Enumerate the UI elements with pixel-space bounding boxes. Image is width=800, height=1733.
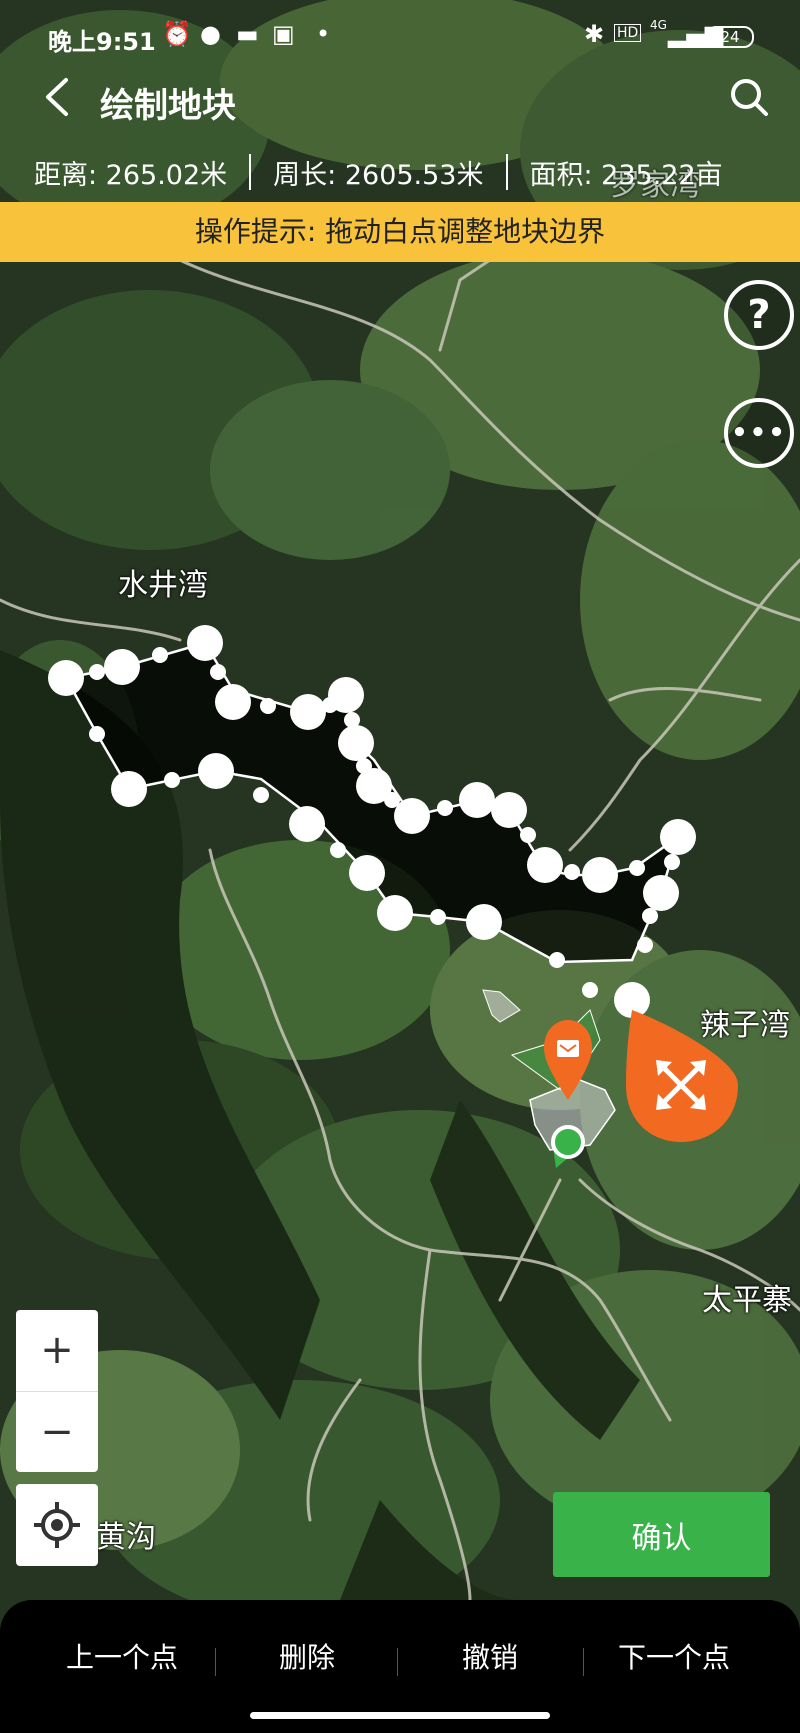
plot-vertex-handle[interactable] [187, 625, 223, 661]
plot-vertex-handle[interactable] [527, 847, 563, 883]
operation-tip: 操作提示: 拖动白点调整地块边界 [0, 202, 800, 262]
plot-vertex-handle[interactable] [338, 725, 374, 761]
back-arrow-icon[interactable] [34, 72, 84, 122]
bluetooth-icon: ✱ [584, 20, 605, 48]
plot-vertex-handle[interactable] [643, 875, 679, 911]
plot-midpoint-handle[interactable] [260, 698, 276, 714]
divider [583, 1648, 584, 1676]
plot-midpoint-handle[interactable] [564, 864, 580, 880]
zoom-in-button[interactable]: + [16, 1310, 98, 1390]
metrics-row: 距离: 265.02米 周长: 2605.53米 面积: 235.22亩 [0, 150, 800, 194]
plot-midpoint-handle[interactable] [164, 772, 180, 788]
plot-midpoint-handle[interactable] [253, 787, 269, 803]
plot-midpoint-handle[interactable] [437, 800, 453, 816]
search-icon[interactable] [726, 74, 772, 120]
area-value: 面积: 235.22亩 [529, 159, 723, 191]
plot-vertex-handle[interactable] [290, 694, 326, 730]
plot-vertex-handle[interactable] [349, 855, 385, 891]
status-bar: 晚上9:51 ⏰ ● ▬ ▣ • ✱ HD 4G ▂▄▆ 24 [0, 0, 800, 70]
plot-midpoint-handle[interactable] [430, 909, 446, 925]
undo-button[interactable]: 撤销 [462, 1636, 518, 1676]
current-location-dot [551, 1125, 585, 1159]
plot-midpoint-handle[interactable] [152, 647, 168, 663]
plot-midpoint-handle[interactable] [210, 664, 226, 680]
help-icon[interactable]: ? [724, 280, 794, 350]
home-indicator [250, 1712, 550, 1719]
plot-midpoint-handle[interactable] [582, 982, 598, 998]
plot-vertex-handle[interactable] [582, 857, 618, 893]
plot-vertex-handle[interactable] [466, 904, 502, 940]
plot-midpoint-handle[interactable] [642, 908, 658, 924]
plot-midpoint-handle[interactable] [637, 937, 653, 953]
locate-button[interactable] [16, 1484, 98, 1566]
divider [215, 1648, 216, 1676]
place-label: 黄沟 [96, 1520, 156, 1555]
alarm-icon: ⏰ [162, 20, 192, 48]
plot-vertex-handle[interactable] [104, 649, 140, 685]
next-point-button[interactable]: 下一个点 [618, 1636, 730, 1676]
zoom-controls: + − [16, 1310, 98, 1472]
plot-vertex-handle[interactable] [377, 895, 413, 931]
plot-vertex-handle[interactable] [660, 819, 696, 855]
plot-vertex-handle[interactable] [198, 753, 234, 789]
divider [249, 154, 252, 190]
dot-icon: • [316, 20, 331, 48]
network-label: 4G [650, 18, 667, 32]
divider [397, 1648, 398, 1676]
plot-midpoint-handle[interactable] [664, 854, 680, 870]
distance-value: 距离: 265.02米 [34, 159, 228, 191]
plot-midpoint-handle[interactable] [89, 726, 105, 742]
status-time: 晚上9:51 [48, 28, 156, 56]
plot-vertex-handle[interactable] [215, 684, 251, 720]
plot-vertex-handle[interactable] [111, 771, 147, 807]
plot-midpoint-handle[interactable] [89, 664, 105, 680]
plot-midpoint-handle[interactable] [330, 842, 346, 858]
plot-vertex-handle[interactable] [459, 782, 495, 818]
place-label: 水井湾 [118, 568, 208, 603]
plot-vertex-handle[interactable] [394, 798, 430, 834]
wechat-icon: ● [200, 20, 221, 48]
plot-midpoint-handle[interactable] [520, 827, 536, 843]
battery-icon: 24 [706, 26, 754, 48]
place-label: 太平寨 [702, 1283, 792, 1318]
message-icon: ▬ [236, 20, 259, 48]
delete-button[interactable]: 删除 [279, 1636, 335, 1676]
more-icon[interactable]: ••• [724, 398, 794, 468]
confirm-button[interactable]: 确认 [553, 1492, 770, 1577]
perimeter-value: 周长: 2605.53米 [273, 159, 484, 191]
zoom-out-button[interactable]: − [16, 1392, 98, 1472]
plot-midpoint-handle[interactable] [549, 952, 565, 968]
page-title: 绘制地块 [100, 86, 236, 126]
app-icon: ▣ [272, 20, 295, 48]
plot-midpoint-handle[interactable] [629, 860, 645, 876]
prev-point-button[interactable]: 上一个点 [66, 1636, 178, 1676]
plot-vertex-handle[interactable] [289, 806, 325, 842]
divider [505, 154, 508, 190]
plot-vertex-handle[interactable] [48, 660, 84, 696]
hd-icon: HD [614, 24, 642, 42]
plot-vertex-handle[interactable] [328, 677, 364, 713]
locate-icon [34, 1502, 80, 1548]
place-label: 辣子湾 [700, 1008, 790, 1043]
plot-vertex-handle[interactable] [491, 792, 527, 828]
